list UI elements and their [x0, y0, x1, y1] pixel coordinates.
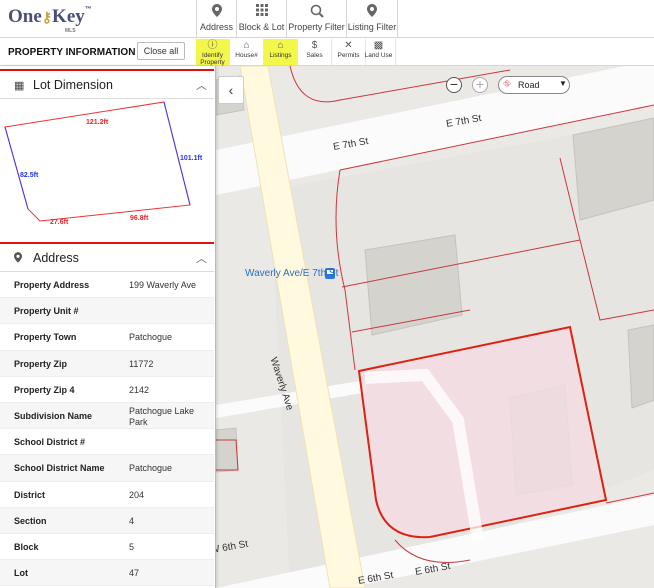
- tools-icon: ✕: [344, 40, 353, 51]
- house-dollar-icon: ⌂: [277, 40, 284, 51]
- table-row: School District #: [0, 429, 214, 456]
- property-toolbar: PROPERTY INFORMATION Close all ⓘ Identif…: [0, 38, 654, 66]
- onekey-logo[interactable]: One⚷Key™ MLS: [8, 6, 92, 34]
- collapse-panel-button[interactable]: ‹: [218, 76, 244, 104]
- map-pin-icon: [14, 252, 22, 266]
- nav-property-filter[interactable]: Property Filter: [286, 0, 346, 38]
- info-icon: ⓘ: [207, 40, 218, 51]
- lot-top-dimension: 121.2ft: [86, 119, 109, 126]
- lot-bottom-dimension: 96.8ft: [130, 215, 149, 222]
- table-row: School District Name Patchogue: [0, 455, 214, 482]
- table-row: Block 5: [0, 534, 214, 561]
- panel-title: PROPERTY INFORMATION: [8, 47, 136, 58]
- address-header[interactable]: Address ︿: [0, 242, 214, 272]
- map-pin-icon: [347, 0, 397, 22]
- lot-dimension-diagram: 121.2ft 101.1ft 82.5ft 27.6ft 96.8ft: [0, 99, 214, 244]
- bus-stop-label[interactable]: Waverly Ave/E 7th St: [245, 268, 338, 279]
- road-layer-icon: ⛗: [503, 79, 511, 90]
- caret-down-icon: ▼: [559, 79, 567, 88]
- table-row: Property Unit #: [0, 298, 214, 325]
- chevron-up-icon[interactable]: ︿: [196, 250, 207, 266]
- key-icon: ⚷: [41, 11, 53, 26]
- zoom-in-button[interactable]: +: [472, 77, 488, 93]
- map-layer-select[interactable]: ⛗ Road ▼: [498, 76, 570, 94]
- close-all-button[interactable]: Close all: [137, 42, 185, 60]
- nav-block-lot[interactable]: Block & Lot: [236, 0, 286, 38]
- table-row: Subdivision Name Patchogue Lake Park: [0, 402, 214, 430]
- lot-dimension-header[interactable]: ▦ Lot Dimension ︿: [0, 69, 214, 99]
- tool-identify-property[interactable]: ⓘ Identify Property: [196, 39, 230, 66]
- nav-address[interactable]: Address: [196, 0, 236, 38]
- table-row: Property Town Patchogue: [0, 324, 214, 351]
- table-row: Lot 47: [0, 560, 214, 587]
- lot-left-dimension: 82.5ft: [20, 172, 39, 179]
- table-row: Property Address 199 Waverly Ave: [0, 272, 214, 299]
- lot-bottom-left-dimension: 27.6ft: [50, 219, 69, 226]
- chevron-up-icon[interactable]: ︿: [196, 77, 207, 93]
- tool-listings[interactable]: ⌂ Listings: [264, 39, 298, 65]
- land-use-icon: ▩: [373, 40, 384, 51]
- tool-land-use[interactable]: ▩ Land Use: [362, 39, 396, 65]
- tool-house-number[interactable]: ⌂ House#: [230, 39, 264, 65]
- table-row: Section 4: [0, 507, 214, 534]
- zoom-out-button[interactable]: −: [446, 77, 462, 93]
- table-row: Property Zip 11772: [0, 350, 214, 377]
- map-pin-icon: [197, 0, 236, 22]
- table-row: District 204: [0, 482, 214, 508]
- lot-right-dimension: 101.1ft: [180, 155, 203, 162]
- top-bar: One⚷Key™ MLS Address Block & Lot Propert…: [0, 0, 654, 38]
- tool-sales[interactable]: $ Sales: [298, 39, 332, 65]
- magnify-icon: [287, 0, 346, 22]
- house-icon: ⌂: [243, 40, 250, 51]
- grid-icon: ▦: [14, 80, 25, 92]
- chevron-left-icon: ‹: [228, 82, 234, 98]
- nav-listing-filter[interactable]: Listing Filter: [346, 0, 398, 38]
- address-table: Property Address 199 Waverly Ave Property…: [0, 272, 214, 587]
- dollar-icon: $: [311, 40, 318, 51]
- grid-icon: [237, 0, 286, 22]
- table-row: Property Zip 4 2142: [0, 377, 214, 403]
- tool-permits[interactable]: ✕ Permits: [332, 39, 366, 65]
- property-panel: ▦ Lot Dimension ︿ 121.2ft 101.1ft 82.5ft…: [0, 66, 216, 588]
